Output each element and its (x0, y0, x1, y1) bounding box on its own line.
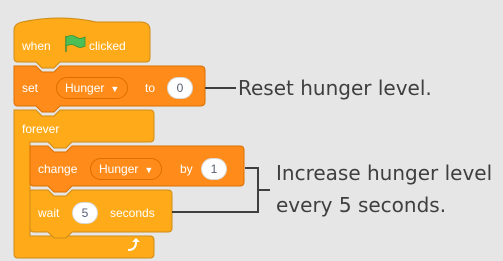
increase-annotation-line1: Increase hunger level (276, 161, 493, 185)
set-variable-name: Hunger (65, 81, 105, 95)
wait-value-input[interactable]: 5 (72, 202, 98, 224)
change-label: change (38, 162, 78, 176)
forever-label: forever (22, 122, 60, 136)
set-variable-dropdown[interactable]: Hunger ▼ (56, 77, 129, 99)
by-label: by (180, 162, 193, 176)
clicked-label: clicked (89, 39, 126, 53)
to-label: to (145, 81, 156, 95)
change-variable-dropdown[interactable]: Hunger ▼ (90, 158, 163, 180)
dropdown-arrow-icon: ▼ (110, 84, 120, 94)
when-label: when (22, 39, 51, 53)
set-label: set (22, 81, 39, 95)
dropdown-arrow-icon: ▼ (144, 165, 154, 175)
scratch-script-canvas: when clicked set Hunger ▼ to 0 forever ch… (0, 0, 503, 261)
reset-annotation: Reset hunger level. (238, 76, 432, 100)
increase-annotation-line2: every 5 seconds. (276, 193, 447, 217)
change-value-input[interactable]: 1 (201, 158, 227, 180)
wait-label: wait (38, 206, 60, 220)
change-variable-name: Hunger (99, 162, 139, 176)
seconds-label: seconds (110, 206, 155, 220)
blocks-svg (13, 17, 270, 259)
set-value-input[interactable]: 0 (167, 77, 193, 99)
